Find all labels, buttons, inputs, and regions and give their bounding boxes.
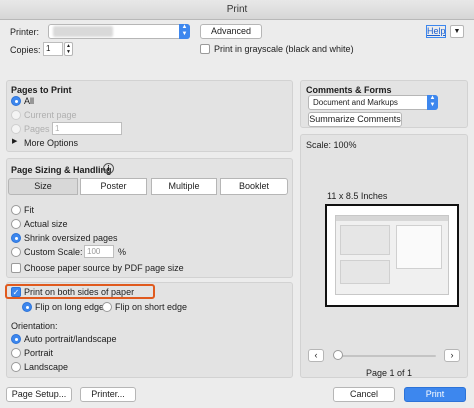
- chevron-updown-icon: ▲ ▼: [179, 24, 190, 39]
- tab-poster[interactable]: Poster: [80, 178, 147, 195]
- page-slider-track[interactable]: [336, 355, 436, 357]
- tab-booklet[interactable]: Booklet: [220, 178, 288, 195]
- fit-radio[interactable]: [11, 205, 21, 215]
- info-icon[interactable]: i: [103, 163, 114, 174]
- preview-thumb-block: [340, 225, 390, 255]
- pages-to-print-title: Pages to Print: [11, 85, 72, 95]
- window-title: Print: [0, 0, 474, 20]
- pages-all-label: All: [24, 96, 35, 106]
- fit-label: Fit: [24, 205, 34, 215]
- scale-label: Scale: 100%: [306, 140, 357, 150]
- chevron-left-icon[interactable]: ‹: [308, 349, 324, 362]
- printer-button[interactable]: Printer...: [80, 387, 136, 402]
- custom-scale-field[interactable]: 100: [84, 245, 114, 258]
- help-link[interactable]: Help: [426, 25, 446, 38]
- disclosure-triangle-icon[interactable]: ▶: [12, 137, 17, 147]
- shrink-label: Shrink oversized pages: [24, 233, 118, 243]
- orientation-title: Orientation:: [11, 321, 58, 331]
- auto-orientation-label: Auto portrait/landscape: [24, 334, 117, 344]
- landscape-radio[interactable]: [11, 362, 21, 372]
- percent-label: %: [118, 247, 127, 257]
- cancel-button[interactable]: Cancel: [333, 387, 395, 402]
- advanced-button[interactable]: Advanced: [200, 24, 262, 39]
- paper-size-label: 11 x 8.5 Inches: [327, 191, 388, 201]
- help-dropdown-icon[interactable]: ▼: [450, 25, 464, 38]
- pages-current-label: Current page: [24, 110, 77, 120]
- preview-thumb-page: [396, 225, 442, 269]
- pages-range-label: Pages: [24, 124, 50, 134]
- chevron-right-icon[interactable]: ›: [444, 349, 460, 362]
- comments-select[interactable]: Document and Markups ▲ ▼: [308, 95, 438, 110]
- comments-select-value: Document and Markups: [313, 98, 398, 107]
- long-edge-radio[interactable]: [22, 302, 32, 312]
- chevron-updown-icon: ▲ ▼: [427, 95, 438, 110]
- more-options-label[interactable]: More Options: [24, 137, 78, 149]
- tab-multiple[interactable]: Multiple: [151, 178, 217, 195]
- copies-label: Copies:: [10, 45, 41, 55]
- both-sides-checkbox[interactable]: ✓: [11, 287, 21, 297]
- landscape-label: Landscape: [24, 362, 69, 372]
- copies-field[interactable]: 1: [43, 42, 63, 56]
- short-edge-radio[interactable]: [102, 302, 112, 312]
- actual-size-radio[interactable]: [11, 219, 21, 229]
- page-sizing-title: Page Sizing & Handling: [11, 165, 112, 175]
- page-indicator: Page 1 of 1: [366, 368, 413, 378]
- actual-size-label: Actual size: [24, 219, 68, 229]
- both-sides-label: Print on both sides of paper: [24, 287, 135, 297]
- summarize-comments-button[interactable]: Summarize Comments: [308, 112, 402, 127]
- paper-source-label: Choose paper source by PDF page size: [24, 263, 184, 273]
- pages-all-radio[interactable]: [11, 96, 21, 106]
- preview-thumb-block: [340, 260, 390, 284]
- preview-thumbnail: [335, 215, 449, 295]
- paper-source-checkbox[interactable]: [11, 263, 21, 273]
- tab-size[interactable]: Size: [8, 178, 78, 195]
- custom-scale-label: Custom Scale:: [24, 247, 83, 257]
- grayscale-checkbox[interactable]: [200, 44, 210, 54]
- long-edge-label: Flip on long edge: [35, 302, 105, 312]
- printer-label: Printer:: [10, 27, 40, 37]
- auto-orientation-radio[interactable]: [11, 334, 21, 344]
- printer-name-redacted: [53, 26, 113, 37]
- pages-current-radio[interactable]: [11, 110, 21, 120]
- printer-select[interactable]: ▲ ▼: [48, 24, 190, 39]
- pages-range-field[interactable]: 1: [52, 122, 122, 135]
- preview-thumb-titlebar: [336, 216, 448, 221]
- custom-scale-radio[interactable]: [11, 247, 21, 257]
- grayscale-label: Print in grayscale (black and white): [214, 44, 354, 54]
- preview-page: [325, 204, 459, 307]
- shrink-radio[interactable]: [11, 233, 21, 243]
- page-slider-thumb[interactable]: [333, 350, 343, 360]
- short-edge-label: Flip on short edge: [115, 302, 188, 312]
- pages-range-radio[interactable]: [11, 124, 21, 134]
- page-setup-button[interactable]: Page Setup...: [6, 387, 72, 402]
- copies-stepper[interactable]: ▲ ▼: [64, 42, 73, 56]
- portrait-label: Portrait: [24, 348, 54, 358]
- print-button[interactable]: Print: [404, 387, 466, 402]
- portrait-radio[interactable]: [11, 348, 21, 358]
